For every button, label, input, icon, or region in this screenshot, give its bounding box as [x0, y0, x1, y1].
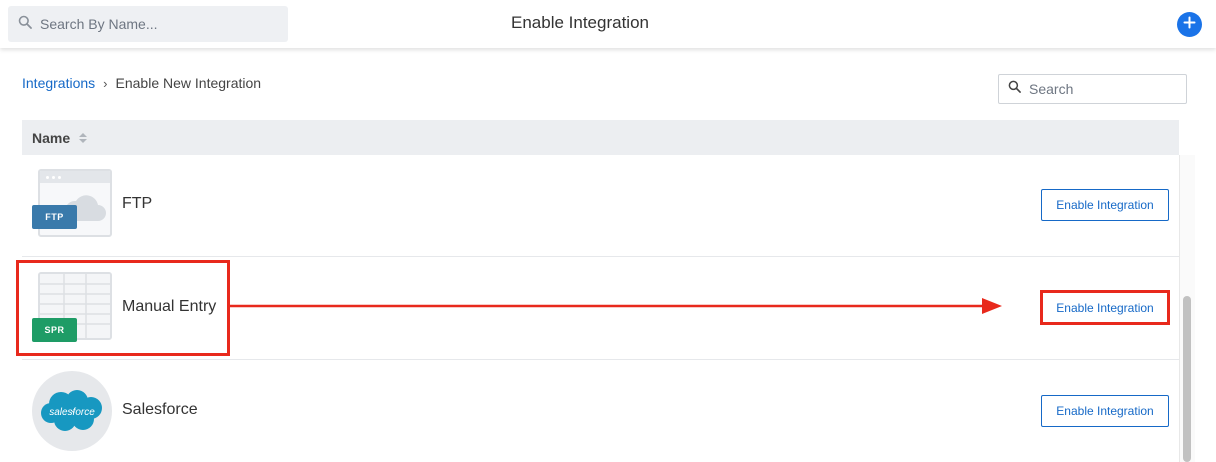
enable-integration-button-salesforce[interactable]: Enable Integration: [1041, 395, 1169, 427]
svg-text:salesforce: salesforce: [49, 407, 95, 418]
integration-name: Salesforce: [122, 401, 198, 418]
top-bar: Enable Integration: [0, 0, 1216, 48]
table-row-salesforce: salesforce Salesforce Enable Integration: [22, 361, 1179, 462]
list-search[interactable]: [998, 74, 1187, 104]
column-header-name[interactable]: Name: [32, 130, 70, 146]
table-header: Name: [22, 120, 1179, 155]
highlight-box-enable-button: [1040, 290, 1170, 325]
breadcrumb-separator: ›: [103, 75, 108, 91]
add-button[interactable]: [1177, 12, 1202, 37]
highlight-box-manual-entry: [16, 260, 230, 356]
enable-integration-button-ftp[interactable]: Enable Integration: [1041, 189, 1169, 221]
table-row-ftp: FTP Enable Integration: [22, 155, 1179, 257]
breadcrumb: Integrations › Enable New Integration: [22, 75, 261, 91]
ftp-badge: FTP: [32, 205, 77, 229]
scrollbar-thumb[interactable]: [1183, 296, 1191, 462]
breadcrumb-integrations-link[interactable]: Integrations: [22, 75, 95, 91]
list-search-input[interactable]: [1029, 81, 1179, 97]
salesforce-logo: salesforce: [32, 371, 112, 451]
sort-icon[interactable]: [79, 132, 88, 143]
annotation-arrow: [230, 298, 1002, 314]
page-title: Enable Integration: [511, 13, 649, 32]
integration-name: FTP: [122, 195, 153, 212]
plus-icon: [1183, 16, 1196, 34]
search-icon: [1008, 80, 1021, 98]
salesforce-cloud-icon: salesforce: [41, 390, 102, 431]
breadcrumb-current: Enable New Integration: [115, 75, 262, 91]
